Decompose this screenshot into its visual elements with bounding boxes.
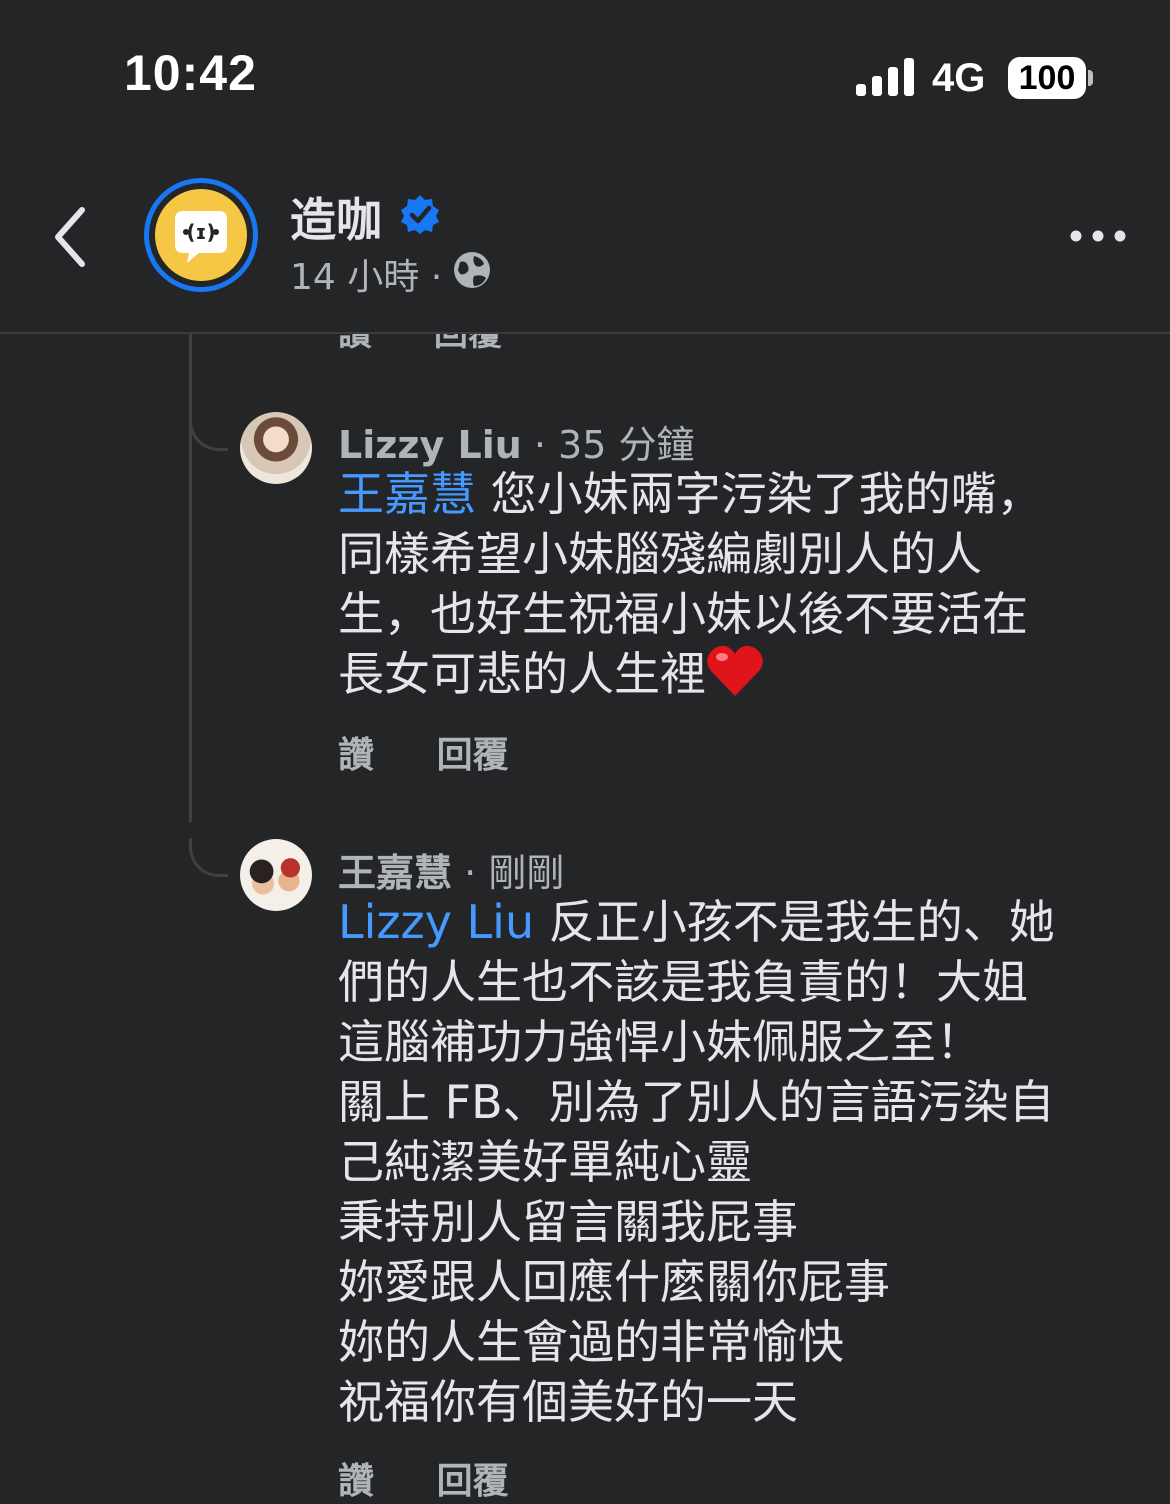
comment-line: 王嘉慧 您小妹兩字污染了我的嘴，	[338, 464, 1128, 524]
reply-button[interactable]: 回覆	[437, 726, 509, 778]
heart-icon	[707, 645, 763, 696]
comment-author[interactable]: 王嘉慧	[338, 851, 452, 895]
network-type-label: 4G	[932, 56, 986, 100]
comment-line: 秉持別人留言關我屁事	[338, 1195, 798, 1249]
like-button[interactable]: 讚	[338, 1452, 374, 1504]
page-avatar[interactable]: (ɪ)	[144, 178, 258, 292]
comments-list: 讚 回覆 Lizzy Liu · 35 分鐘 王嘉慧 您小妹兩字污染了我的嘴， …	[0, 332, 1170, 1504]
comment-line: 同樣希望小妹腦殘編劇別人的人	[338, 527, 982, 581]
comment-time[interactable]: 35 分鐘	[558, 423, 694, 467]
speech-bubble-logo-icon: (ɪ)	[175, 211, 227, 263]
comment-line: 關上 FB、別為了別人的言語污染自	[338, 1075, 1055, 1129]
comment-author[interactable]: Lizzy Liu	[338, 423, 522, 467]
comment-line: 己純潔美好單純心靈	[338, 1135, 752, 1189]
page-avatar-image: (ɪ)	[155, 189, 247, 281]
comment-actions: 讚 回覆	[338, 726, 509, 778]
previous-reply-button[interactable]: 回覆	[434, 332, 502, 354]
comment-line: 長女可悲的人生裡	[338, 644, 1128, 704]
page-name[interactable]: 造咖	[290, 184, 382, 250]
comment-header: Lizzy Liu · 35 分鐘	[338, 414, 694, 469]
comment-actions: 讚 回覆	[338, 1452, 509, 1504]
mention-link[interactable]: Lizzy Liu	[338, 895, 534, 949]
previous-like-button[interactable]: 讚	[338, 332, 372, 354]
comment-text: Lizzy Liu 反正小孩不是我生的、她 們的人生也不該是我負責的！大姐 這腦…	[338, 892, 1128, 1432]
comment-header: 王嘉慧 · 剛剛	[338, 842, 564, 897]
comment-line: 妳愛跟人回應什麼關你屁事	[338, 1255, 890, 1309]
more-options-icon[interactable]	[1066, 220, 1130, 252]
cellular-signal-icon	[856, 58, 914, 96]
post-time[interactable]: 14 小時	[290, 257, 419, 298]
post-meta: 14 小時 ·	[290, 248, 442, 300]
commenter-avatar[interactable]	[240, 412, 312, 484]
commenter-avatar[interactable]	[240, 839, 312, 911]
comment-line: 們的人生也不該是我負責的！大姐	[338, 955, 1028, 1009]
comment-line-text: 您小妹兩字污染了我的嘴，	[490, 467, 1043, 521]
status-time: 10:42	[124, 45, 257, 101]
mention-link[interactable]: 王嘉慧	[338, 467, 476, 521]
comment-line: 祝福你有個美好的一天	[338, 1375, 798, 1429]
previous-comment-actions: 讚 回覆	[338, 332, 552, 355]
reply-button[interactable]: 回覆	[437, 1452, 509, 1504]
battery-icon: 100	[1008, 57, 1086, 99]
back-chevron-icon[interactable]	[44, 202, 104, 272]
comment-line: 妳的人生會過的非常愉快	[338, 1315, 844, 1369]
comment-line: 這腦補功力強悍小妹佩服之至！	[338, 1015, 982, 1069]
comment-time[interactable]: 剛剛	[488, 851, 564, 895]
like-button[interactable]: 讚	[338, 726, 374, 778]
comment-line: 生，也好生祝福小妹以後不要活在	[338, 587, 1028, 641]
comment-text: 王嘉慧 您小妹兩字污染了我的嘴， 同樣希望小妹腦殘編劇別人的人 生，也好生祝福小…	[338, 464, 1128, 704]
meta-separator: ·	[430, 257, 443, 298]
globe-icon	[454, 252, 490, 288]
status-bar: 10:42 4G 100	[0, 0, 1170, 150]
battery-cap	[1088, 70, 1093, 86]
comment-line-text: 長女可悲的人生裡	[338, 647, 706, 701]
thread-line	[189, 332, 192, 822]
meta-separator: ·	[533, 423, 559, 467]
verified-badge-icon	[401, 195, 439, 234]
meta-separator: ·	[464, 851, 489, 895]
thread-connector	[189, 838, 228, 877]
comment-line: Lizzy Liu 反正小孩不是我生的、她	[338, 892, 1128, 952]
comment-line-text: 反正小孩不是我生的、她	[548, 895, 1055, 949]
svg-text:(ɪ): (ɪ)	[186, 220, 215, 244]
thread-connector	[189, 412, 228, 451]
post-header: (ɪ) 造咖 14 小時 ·	[0, 150, 1170, 334]
